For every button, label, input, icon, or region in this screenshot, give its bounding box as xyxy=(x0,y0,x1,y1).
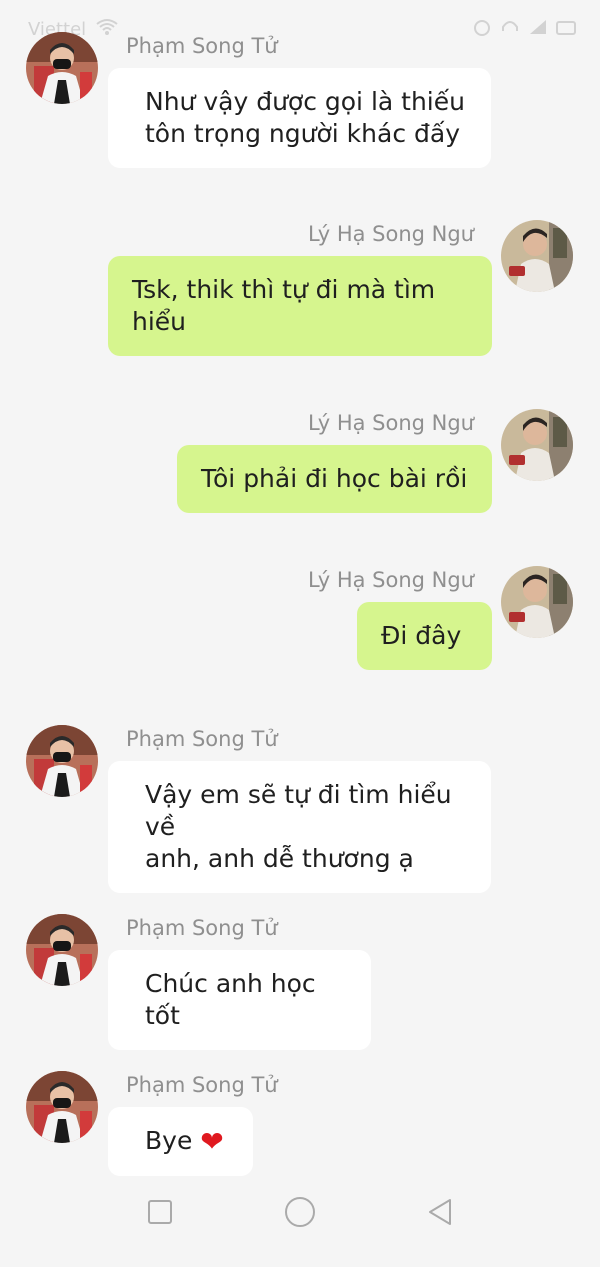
message-text-line: Như vậy được gọi là thiếu xyxy=(145,87,465,116)
message-bubble[interactable]: Bye ❤ xyxy=(108,1107,253,1176)
sender-name: Phạm Song Tử xyxy=(126,34,278,58)
message-bubble[interactable]: Tôi phải đi học bài rồi xyxy=(177,445,492,513)
person-reading-avatar[interactable] xyxy=(501,220,573,292)
sender-name: Phạm Song Tử xyxy=(126,916,278,940)
sender-name: Lý Hạ Song Ngư xyxy=(307,568,474,592)
person-in-mask-avatar[interactable] xyxy=(26,914,98,986)
headphones-icon xyxy=(500,17,520,41)
wifi-icon xyxy=(96,18,118,41)
message-text-line: Chúc anh học tốt xyxy=(145,969,316,1030)
message-text-line: tôn trọng người khác đấy xyxy=(145,119,460,148)
message-bubble[interactable]: Như vậy được gọi là thiếu tôn trọng ngườ… xyxy=(108,68,491,168)
message-text-line: Đi đây xyxy=(381,621,462,650)
chat-screen: Viettel Phạm Song Tử Như vậy được gọi là… xyxy=(0,0,600,1267)
message-text-line: Tôi phải đi học bài rồi xyxy=(201,464,468,493)
back-icon[interactable] xyxy=(420,1192,460,1232)
status-bar: Viettel xyxy=(28,14,578,44)
red-heart-icon: ❤ xyxy=(200,1125,224,1158)
sender-name: Lý Hạ Song Ngư xyxy=(307,411,474,435)
person-in-mask-avatar[interactable] xyxy=(26,725,98,797)
message-text-line: Vậy em sẽ tự đi tìm hiểu về xyxy=(145,780,452,841)
message-bubble[interactable]: Vậy em sẽ tự đi tìm hiểu về anh, anh dễ … xyxy=(108,761,491,893)
signal-icon xyxy=(528,18,548,40)
person-reading-avatar[interactable] xyxy=(501,409,573,481)
person-in-mask-avatar[interactable] xyxy=(26,32,98,104)
message-text-line: Tsk, thik thì tự đi mà tìm xyxy=(132,275,436,304)
message-text-line: anh, anh dễ thương ạ xyxy=(145,844,414,873)
message-bubble[interactable]: Chúc anh học tốt xyxy=(108,950,371,1050)
message-text-line: hiểu xyxy=(132,307,187,336)
message-bubble[interactable]: Đi đây xyxy=(357,602,492,670)
alarm-icon xyxy=(472,17,492,41)
message-bubble[interactable]: Tsk, thik thì tự đi mà tìm hiểu xyxy=(108,256,492,356)
sender-name: Lý Hạ Song Ngư xyxy=(307,222,474,246)
home-icon[interactable] xyxy=(280,1192,320,1232)
sender-name: Phạm Song Tử xyxy=(126,1073,278,1097)
battery-icon xyxy=(556,20,578,39)
person-reading-avatar[interactable] xyxy=(501,566,573,638)
message-text: Bye xyxy=(145,1126,193,1155)
person-in-mask-avatar[interactable] xyxy=(26,1071,98,1143)
message-text-line: Bye ❤ xyxy=(145,1125,229,1158)
sender-name: Phạm Song Tử xyxy=(126,727,278,751)
recent-apps-icon[interactable] xyxy=(140,1192,180,1232)
navigation-bar xyxy=(0,1177,600,1267)
